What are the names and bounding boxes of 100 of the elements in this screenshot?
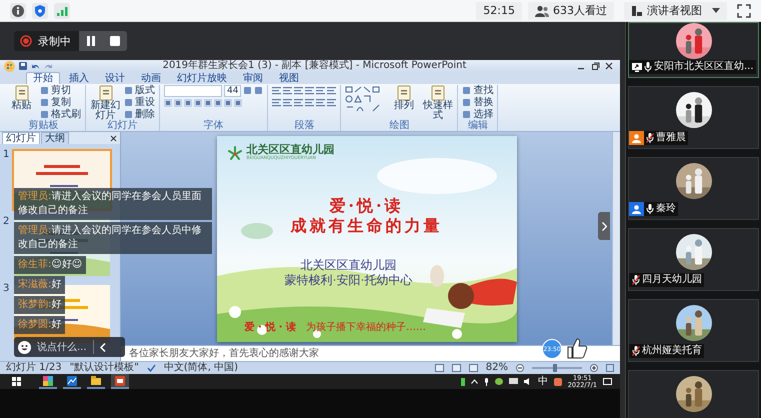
folder-icon bbox=[91, 376, 101, 386]
ribbon-button[interactable]: 选择 bbox=[462, 109, 494, 120]
slogan-text: 为孩子播下幸福的种子…… bbox=[306, 320, 426, 334]
ribbon-tab[interactable]: 审阅 bbox=[236, 72, 270, 84]
restore-icon[interactable] bbox=[590, 62, 600, 70]
paragraph-icon[interactable] bbox=[294, 86, 304, 95]
ribbon-button[interactable]: 格式刷 bbox=[40, 109, 81, 120]
expand-button[interactable] bbox=[598, 212, 610, 240]
sorter-view-icon[interactable] bbox=[452, 364, 461, 372]
paragraph-icon[interactable] bbox=[272, 98, 282, 107]
taskbar-app[interactable] bbox=[111, 374, 129, 389]
windows-logo-icon[interactable] bbox=[12, 377, 21, 386]
ribbon-button[interactable]: 复制 bbox=[40, 97, 81, 108]
document-icon bbox=[14, 85, 28, 101]
collapse-chevron-icon[interactable] bbox=[100, 342, 106, 352]
ribbon-button[interactable]: 替换 bbox=[462, 97, 494, 108]
ribbon-button[interactable]: 排列 bbox=[388, 85, 420, 111]
app-tray-icon[interactable] bbox=[554, 378, 562, 386]
ribbon-tab[interactable]: 视图 bbox=[272, 72, 306, 84]
chat-toast: 张梦韵:好 bbox=[14, 296, 66, 314]
spell-check-icon bbox=[146, 364, 156, 372]
ribbon-tab[interactable]: 幻灯片放映 bbox=[170, 72, 234, 84]
paragraph-icon[interactable] bbox=[305, 98, 314, 107]
chat-toast: 宋滋薇:好 bbox=[14, 276, 66, 294]
slide-counter: 幻灯片 1/23 bbox=[6, 362, 62, 374]
close-icon[interactable] bbox=[110, 134, 117, 142]
pane-tab[interactable]: 大纲 bbox=[41, 132, 69, 144]
stop-button[interactable] bbox=[103, 31, 127, 51]
chevron-up-icon[interactable] bbox=[470, 379, 478, 384]
pane-tab[interactable]: 幻灯片 bbox=[2, 132, 40, 144]
slide-number: 1 bbox=[3, 149, 10, 160]
zoom-in-icon[interactable] bbox=[590, 364, 598, 372]
microphone-icon[interactable] bbox=[484, 378, 489, 386]
emoji-icon[interactable] bbox=[18, 340, 31, 354]
document-icon bbox=[396, 85, 411, 101]
logo-text: 北关区区直幼儿园 bbox=[246, 144, 334, 156]
font-size-field[interactable]: 44 bbox=[224, 84, 242, 96]
shield-icon[interactable] bbox=[32, 2, 48, 18]
office-orb-icon[interactable] bbox=[4, 60, 15, 72]
theme-name: "默认设计模板" bbox=[70, 362, 139, 374]
save-icon[interactable] bbox=[19, 62, 27, 70]
ribbon-button[interactable]: 查找 bbox=[462, 85, 494, 96]
view-mode-button[interactable]: 演讲者视图 bbox=[624, 2, 727, 20]
fit-icon[interactable] bbox=[606, 364, 614, 372]
slogan: 爱 · 悦 · 读 bbox=[244, 320, 296, 334]
ribbon-button[interactable]: 版式 bbox=[124, 85, 155, 96]
paragraph-icon[interactable] bbox=[283, 98, 292, 107]
app-icon bbox=[43, 376, 53, 386]
group-label: 字体 bbox=[202, 120, 225, 131]
ribbon-button[interactable]: 剪切 bbox=[40, 85, 81, 96]
ribbon-tab[interactable]: 设计 bbox=[98, 72, 132, 84]
thumbs-up-icon[interactable] bbox=[566, 337, 588, 359]
notification-icon[interactable] bbox=[603, 378, 612, 386]
ribbon-button[interactable]: 删除 bbox=[124, 109, 155, 120]
document-icon bbox=[430, 85, 445, 101]
slide-number: 2 bbox=[3, 216, 10, 227]
paragraph-icon[interactable] bbox=[283, 86, 292, 95]
paragraph-icon[interactable] bbox=[272, 86, 282, 95]
close-icon[interactable] bbox=[604, 62, 614, 70]
undo-icon[interactable] bbox=[31, 62, 40, 70]
taskbar-app[interactable] bbox=[63, 374, 81, 389]
ribbon-tab[interactable]: 动画 bbox=[134, 72, 168, 84]
chevron-right-icon bbox=[602, 222, 606, 230]
zoom-out-icon[interactable] bbox=[516, 364, 524, 372]
grow-font-icon bbox=[243, 86, 252, 95]
speaker-icon[interactable] bbox=[524, 378, 532, 385]
ribbon-button[interactable]: 重设 bbox=[124, 97, 155, 108]
font-field[interactable] bbox=[164, 84, 222, 96]
chat-toast: 管理员:请进入会议的同学在参会人员里面修改自己的备注 bbox=[14, 188, 212, 220]
ribbon-tab[interactable]: 开始 bbox=[26, 72, 60, 84]
document-icon bbox=[98, 85, 112, 101]
pause-button[interactable] bbox=[79, 31, 103, 51]
taskbar-app[interactable] bbox=[39, 374, 57, 389]
taskbar-app[interactable] bbox=[87, 374, 105, 389]
paragraph-icon[interactable] bbox=[327, 86, 336, 95]
person-icon bbox=[632, 134, 641, 142]
fullscreen-icon[interactable] bbox=[737, 4, 751, 18]
paragraph-icon[interactable] bbox=[316, 86, 326, 95]
logo-icon bbox=[226, 146, 242, 160]
battery-icon[interactable] bbox=[460, 378, 465, 386]
paragraph-icon[interactable] bbox=[305, 86, 314, 95]
slider-thumb[interactable] bbox=[552, 364, 556, 372]
ribbon-button[interactable]: 粘贴 bbox=[6, 85, 37, 111]
paragraph-icon[interactable] bbox=[294, 98, 304, 107]
chat-input-toast[interactable]: 说点什么... bbox=[14, 337, 125, 357]
slideshow-icon[interactable] bbox=[468, 364, 478, 372]
info-icon[interactable] bbox=[10, 2, 26, 18]
ribbon-tab[interactable]: 插入 bbox=[62, 72, 96, 84]
input-method[interactable]: 中 bbox=[538, 374, 548, 389]
participant-name: 秦玲 bbox=[656, 202, 676, 216]
record-icon bbox=[20, 35, 32, 47]
ribbon-button[interactable]: 新建幻灯片 bbox=[90, 85, 121, 121]
paragraph-icon[interactable] bbox=[327, 98, 336, 107]
normal-view-icon[interactable] bbox=[434, 364, 444, 372]
slide-subtitle: 成就有生命的力量 bbox=[290, 216, 442, 236]
presentation-app-icon bbox=[115, 376, 125, 386]
chat-app-icon[interactable] bbox=[494, 378, 503, 385]
language-label: 中文(简体, 中国) bbox=[164, 362, 238, 374]
paragraph-icon[interactable] bbox=[316, 98, 326, 107]
ribbon-button[interactable]: 快速样式 bbox=[422, 85, 454, 121]
